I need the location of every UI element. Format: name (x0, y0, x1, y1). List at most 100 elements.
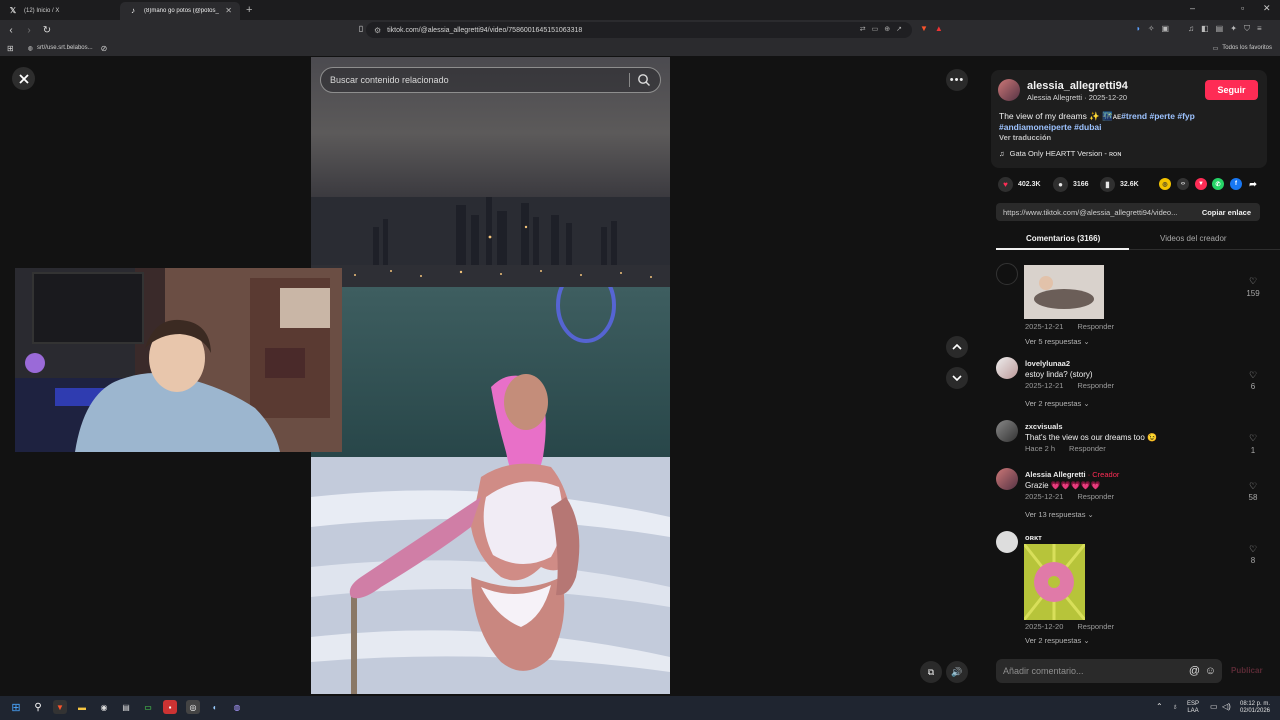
hashtags-line1[interactable]: #trend #perte #fyp (1121, 111, 1195, 121)
comment-avatar[interactable] (996, 357, 1018, 379)
share-arrow-icon[interactable]: ➦ (1247, 178, 1259, 190)
view-replies-link[interactable]: Ver 13 respuestas ⌄ (1025, 510, 1094, 519)
minimize-icon[interactable]: – (1190, 3, 1195, 13)
view-replies-link[interactable]: Ver 2 respuestas ⌄ (1025, 399, 1090, 408)
search-icon[interactable] (637, 73, 651, 87)
microphone-icon[interactable]: ♁ (1172, 703, 1178, 711)
brave-browser-icon[interactable]: ▼ (53, 700, 67, 714)
video-player[interactable] (311, 57, 670, 694)
reply-button[interactable]: Responder (1069, 444, 1106, 453)
new-tab-button[interactable]: + (240, 4, 258, 16)
comment-heart-icon[interactable]: ♡ (1245, 481, 1261, 492)
coin-icon[interactable]: ◎ (1159, 178, 1171, 190)
blocked-icon[interactable]: ⊘ (101, 44, 108, 53)
emoji-icon[interactable]: ☺ (1205, 665, 1216, 677)
language-indicator[interactable]: ESP LAA (1187, 701, 1199, 715)
address-bar[interactable]: ⚙ tiktok.com/@alessia_allegretti94/video… (366, 22, 912, 38)
vpn-icon[interactable]: ⛉ (1244, 24, 1250, 34)
volume-icon[interactable]: ◁) (1222, 703, 1231, 711)
comment-avatar[interactable] (996, 468, 1018, 490)
puzzle-icon[interactable]: ✧ (1148, 24, 1155, 34)
comment-avatar[interactable] (996, 263, 1018, 285)
like-stat[interactable]: ♥ 402.3K (998, 177, 1041, 192)
embed-icon[interactable]: ‹› (1177, 178, 1189, 190)
tabs-icon[interactable]: ▤ (1216, 24, 1224, 34)
music-link[interactable]: ♫ Gata Only HEARTT Version - ʀᴏɴ (999, 149, 1121, 158)
tab-comments[interactable]: Comentarios (3166) (1026, 234, 1100, 243)
windows-start-icon[interactable]: ⊞ (9, 700, 23, 714)
leo-icon[interactable]: ✦ (1230, 24, 1237, 34)
view-replies-link[interactable]: Ver 5 respuestas ⌄ (1025, 337, 1090, 346)
tab-tiktok[interactable]: ♪ (8)mano go potos (@potos_ ✕ (120, 1, 240, 20)
music-icon[interactable]: ♫ (1188, 24, 1194, 34)
comment-author[interactable]: lovelylunaa2 (1025, 359, 1070, 368)
back-icon[interactable]: ‹ (4, 25, 18, 36)
creator-username[interactable]: alessia_allegretti94 (1027, 80, 1128, 92)
follow-button[interactable]: Seguir (1205, 80, 1258, 100)
all-bookmarks[interactable]: ▭ Todos los favoritos (1213, 45, 1272, 52)
publish-button[interactable]: Publicar (1231, 666, 1263, 675)
brave-rewards-icon[interactable]: ▲ (935, 24, 943, 33)
media-icon[interactable]: ▭ (872, 25, 879, 33)
app-icon[interactable]: ▤ (119, 700, 133, 714)
hashtags-line2[interactable]: #andiamoneiperte #dubai (999, 122, 1102, 132)
volume-button[interactable]: 🔊 (946, 661, 968, 683)
next-video-button[interactable] (946, 367, 968, 389)
share-icon[interactable]: ↗ (896, 25, 902, 33)
file-explorer-icon[interactable]: ▬ (75, 700, 89, 714)
tray-chevron-icon[interactable]: ⌃ (1156, 703, 1163, 711)
facebook-icon[interactable]: f (1230, 178, 1242, 190)
translate-link[interactable]: Ver traducción (999, 133, 1051, 142)
more-options-button[interactable]: ••• (946, 69, 968, 91)
close-video-button[interactable] (12, 67, 35, 90)
reply-button[interactable]: Responder (1077, 492, 1114, 501)
brave-shield-icon[interactable]: ▼ (920, 24, 928, 33)
zoom-icon[interactable]: ⊕ (884, 25, 890, 33)
menu-icon[interactable]: ≡ (1257, 24, 1262, 34)
comment-avatar[interactable] (996, 420, 1018, 442)
pip-button[interactable]: ⧉ (920, 661, 942, 683)
tab-x-home[interactable]: 𝕏 (12) Inicio / X (0, 2, 120, 20)
obs-icon[interactable]: ◎ (186, 700, 200, 714)
reply-button[interactable]: Responder (1077, 381, 1114, 390)
copy-link-button[interactable]: Copiar enlace (1202, 208, 1251, 217)
whatsapp-icon[interactable]: ✆ (1212, 178, 1224, 190)
reply-button[interactable]: Responder (1077, 622, 1114, 631)
comment-heart-icon[interactable]: ♡ (1245, 433, 1261, 444)
app-icon[interactable]: ▪ (163, 700, 177, 714)
comment-avatar[interactable] (996, 531, 1018, 553)
network-icon[interactable]: ▭ (1210, 703, 1218, 711)
save-stat[interactable]: ▮ 32.6K (1100, 177, 1139, 192)
close-window-icon[interactable]: ✕ (1263, 3, 1271, 14)
chrome-icon[interactable]: ◉ (97, 700, 111, 714)
comment-heart-icon[interactable]: ♡ (1245, 544, 1261, 555)
tab-creator-videos[interactable]: Videos del creador (1160, 234, 1227, 243)
clock[interactable]: 08:12 p. m. 02/01/2026 (1237, 701, 1273, 715)
mention-icon[interactable]: @ (1189, 665, 1200, 677)
extension-icon[interactable]: ◗ (1136, 24, 1141, 34)
apps-icon[interactable]: ⊞ (7, 44, 14, 53)
comment-stat[interactable]: ● 3166 (1053, 177, 1089, 192)
related-search-input[interactable]: Buscar contenido relacionado (320, 67, 661, 93)
view-replies-link[interactable]: Ver 2 respuestas ⌄ (1025, 636, 1090, 645)
comment-author[interactable]: Alessia Allegretti · Creador (1025, 470, 1119, 479)
forward-icon[interactable]: › (22, 25, 36, 36)
search-icon[interactable]: ⚲ (31, 700, 45, 714)
reload-icon[interactable]: ↻ (40, 25, 54, 36)
close-tab-icon[interactable]: ✕ (225, 6, 232, 15)
bookmark-item[interactable]: ◍ srt//use.srt.belabos... (28, 45, 93, 52)
previous-video-button[interactable] (946, 336, 968, 358)
comment-author[interactable]: zxcvisuals (1025, 422, 1063, 431)
terminal-icon[interactable]: ▭ (141, 700, 155, 714)
comment-heart-icon[interactable]: ♡ (1245, 276, 1261, 287)
comment-input[interactable]: Añadir comentario... @ ☺ (996, 659, 1222, 683)
send-icon[interactable]: ▼ (1195, 178, 1207, 190)
sidebar-icon[interactable]: ◧ (1201, 24, 1209, 34)
reply-button[interactable]: Responder (1077, 322, 1114, 331)
site-info-icon[interactable]: ⚙ (374, 26, 381, 35)
creator-avatar[interactable] (998, 79, 1020, 101)
comment-author[interactable]: ᴏʀᴋᴛ (1025, 533, 1042, 542)
steam-icon[interactable]: ◐ (208, 700, 222, 714)
comment-heart-icon[interactable]: ♡ (1245, 370, 1261, 381)
app-icon[interactable]: ◍ (230, 700, 244, 714)
